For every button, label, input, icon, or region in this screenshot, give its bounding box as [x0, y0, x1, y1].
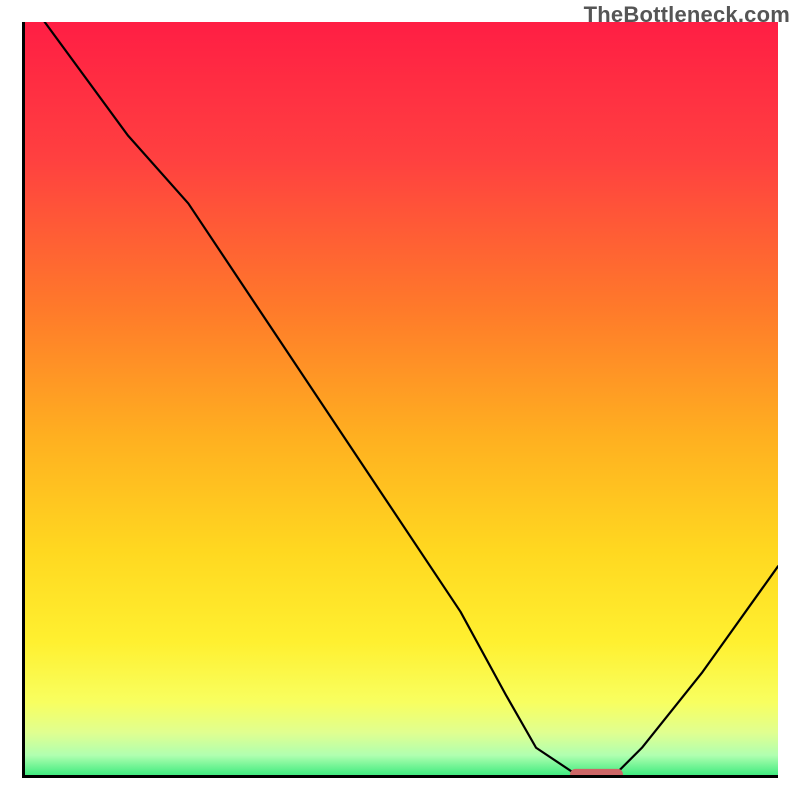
watermark-text: TheBottleneck.com	[584, 2, 790, 28]
axes-frame	[22, 22, 778, 778]
